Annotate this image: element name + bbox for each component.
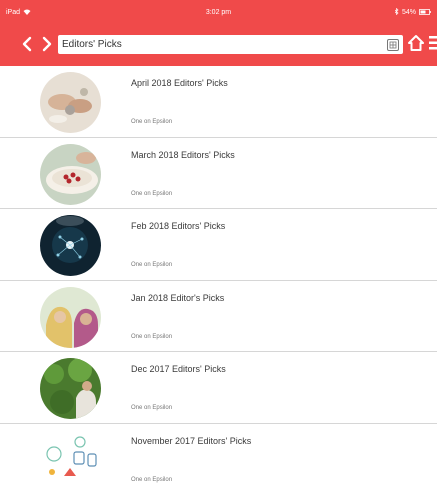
status-right: 54%	[394, 7, 431, 17]
carrier-label: iPad	[6, 9, 21, 16]
nav-bar: Editors' Picks	[0, 25, 437, 66]
item-title: Dec 2017 Editors' Picks	[131, 364, 226, 374]
status-bar: iPad 3:02 pm 54%	[0, 0, 437, 25]
battery-icon	[419, 8, 431, 17]
item-author: One on Epsilon	[131, 119, 173, 125]
status-time: 3:02 pm	[205, 9, 232, 16]
list-item[interactable]: March 2018 Editors' Picks One on Epsilon	[0, 137, 437, 209]
thumbnail-image	[40, 215, 101, 276]
list-item[interactable]: November 2017 Editors' Picks One on Epsi…	[0, 423, 437, 489]
item-title: November 2017 Editors' Picks	[131, 435, 252, 446]
item-author: One on Epsilon	[131, 405, 173, 411]
chevron-right-icon[interactable]	[40, 35, 54, 57]
picks-list: April 2018 Editors' Picks One on Epsilon…	[0, 66, 437, 489]
item-title: Jan 2018 Editor's Picks	[131, 292, 225, 303]
thumbnail-image	[40, 143, 101, 205]
list-item[interactable]: Jan 2018 Editor's Picks One on Epsilon	[0, 280, 437, 352]
nav-arrows	[20, 35, 54, 57]
item-author: One on Epsilon	[131, 262, 173, 268]
bluetooth-icon	[394, 7, 399, 17]
item-author: One on Epsilon	[131, 190, 173, 197]
wifi-icon	[23, 9, 31, 17]
menu-icon[interactable]	[429, 35, 437, 51]
item-title: March 2018 Editors' Picks	[131, 149, 235, 160]
search-input[interactable]: Editors' Picks	[58, 35, 403, 54]
list-item[interactable]: Dec 2017 Editors' Picks One on Epsilon	[0, 352, 437, 424]
thumbnail-image	[40, 429, 101, 489]
search-text[interactable]: Editors' Picks	[62, 39, 387, 50]
thumbnail-image	[40, 72, 101, 133]
item-title: April 2018 Editors' Picks	[131, 78, 228, 88]
home-icon[interactable]	[408, 34, 424, 52]
thumbnail-image	[40, 286, 101, 348]
chevron-left-icon[interactable]	[20, 35, 34, 57]
battery-label: 54%	[401, 9, 416, 16]
list-item[interactable]: Feb 2018 Editors' Picks One on Epsilon	[0, 209, 437, 281]
item-title: Feb 2018 Editors' Picks	[131, 221, 226, 231]
bookmark-icon[interactable]	[387, 38, 399, 51]
status-left: iPad	[6, 9, 31, 17]
item-author: One on Epsilon	[131, 476, 173, 483]
item-author: One on Epsilon	[131, 333, 173, 340]
list-item[interactable]: April 2018 Editors' Picks One on Epsilon	[0, 66, 437, 138]
thumbnail-image	[40, 358, 101, 419]
